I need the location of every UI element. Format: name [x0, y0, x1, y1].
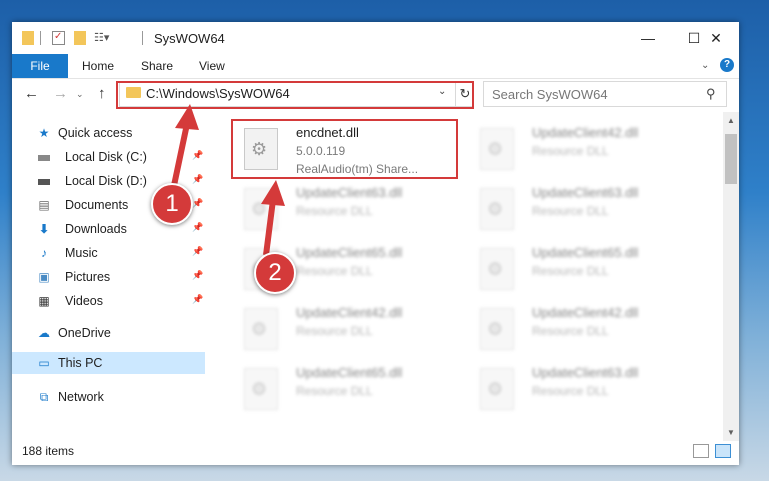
annotation-arrows	[169, 104, 285, 256]
arrow-2-head	[261, 180, 285, 206]
arrow-1-head	[175, 104, 199, 130]
arrow-2-shaft	[263, 199, 276, 256]
step-badge-1: 1	[151, 183, 193, 225]
step-badge-2: 2	[254, 252, 296, 294]
